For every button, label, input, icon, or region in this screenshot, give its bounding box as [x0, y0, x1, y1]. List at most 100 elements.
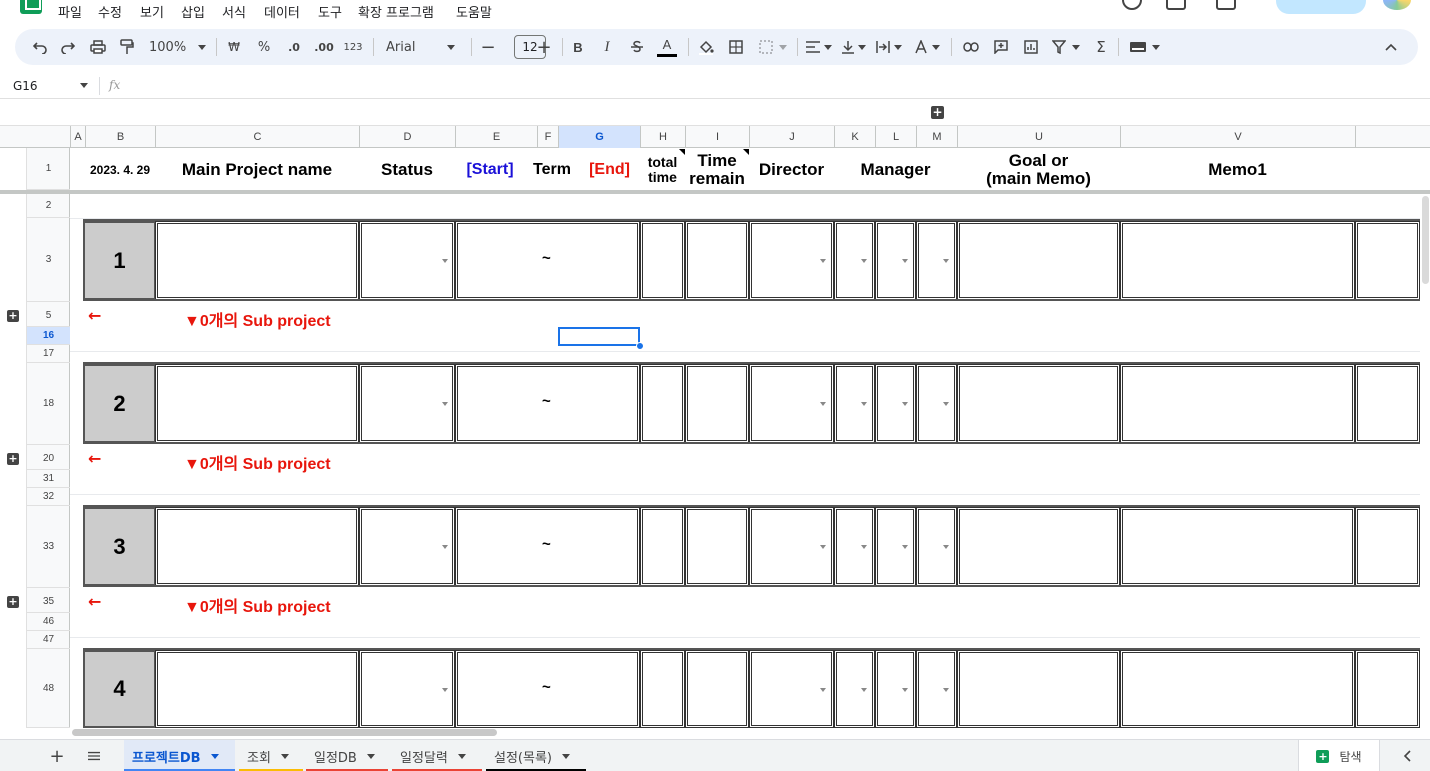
dropdown-arrow-icon[interactable] — [943, 545, 949, 549]
percent-format-button[interactable]: % — [254, 29, 274, 65]
col-header-h[interactable]: H — [640, 126, 685, 148]
fill-color-icon[interactable] — [695, 29, 717, 65]
status-cell[interactable] — [359, 650, 455, 728]
next-cell[interactable] — [1355, 650, 1420, 728]
dropdown-arrow-icon[interactable] — [861, 402, 867, 406]
insert-chart-icon[interactable] — [1019, 29, 1043, 65]
sub-project-label[interactable]: ▼0개의 Sub project — [184, 593, 331, 617]
menu-file[interactable]: 파일 — [58, 2, 82, 21]
goal-cell[interactable] — [957, 221, 1120, 300]
expand-group-icon[interactable]: + — [931, 106, 944, 119]
header-director[interactable]: Director — [749, 150, 834, 190]
header-date[interactable]: 2023. 4. 29 — [85, 150, 155, 190]
col-header-m[interactable]: M — [916, 126, 957, 148]
menu-edit[interactable]: 수정 — [98, 2, 122, 21]
collapse-toolbar-icon[interactable] — [1379, 29, 1403, 65]
memo-cell[interactable] — [1120, 507, 1355, 586]
expand-row-group-icon[interactable]: + — [7, 310, 19, 322]
filter-icon[interactable] — [1049, 29, 1083, 65]
undo-icon[interactable] — [29, 29, 51, 65]
dropdown-arrow-icon[interactable] — [902, 688, 908, 692]
header-status[interactable]: Status — [359, 150, 455, 190]
dropdown-arrow-icon[interactable] — [902, 545, 908, 549]
col-header-v[interactable]: V — [1120, 126, 1355, 148]
manager-cell[interactable] — [916, 364, 957, 443]
header-project-name[interactable]: Main Project name — [155, 150, 359, 190]
header-time-remain[interactable]: Time remain — [685, 150, 749, 190]
row-header[interactable]: 17 — [27, 345, 70, 363]
expand-row-group-icon[interactable]: + — [7, 596, 19, 608]
next-cell[interactable] — [1355, 221, 1420, 300]
manager-cell[interactable] — [875, 364, 916, 443]
col-header-e[interactable]: E — [455, 126, 537, 148]
row-header[interactable]: 20 — [27, 448, 70, 470]
manager-cell[interactable] — [834, 650, 875, 728]
dropdown-arrow-icon[interactable] — [943, 259, 949, 263]
total-time-cell[interactable] — [640, 364, 685, 443]
input-tools-icon[interactable] — [1125, 29, 1165, 65]
menu-help[interactable]: 도움말 — [456, 2, 492, 21]
paint-format-icon[interactable] — [116, 29, 138, 65]
chevron-down-icon[interactable] — [80, 83, 88, 88]
font-select[interactable]: Arial — [383, 29, 465, 65]
zoom-select[interactable]: 100% — [145, 29, 207, 65]
row-header[interactable]: 18 — [27, 363, 70, 445]
row-header[interactable]: 5 — [27, 305, 70, 327]
text-wrapping-icon[interactable] — [873, 29, 905, 65]
time-remain-cell[interactable] — [685, 221, 749, 300]
sub-project-label[interactable]: ▼0개의 Sub project — [184, 450, 331, 474]
col-header-k[interactable]: K — [834, 126, 875, 148]
col-header-j[interactable]: J — [749, 126, 834, 148]
all-sheets-icon[interactable] — [80, 740, 108, 771]
sheet-tab-schedule-db[interactable]: 일정DB — [306, 740, 388, 771]
header-manager[interactable]: Manager — [834, 150, 957, 190]
row-header[interactable]: 2 — [27, 194, 70, 218]
strikethrough-icon[interactable] — [627, 29, 647, 65]
next-cell[interactable] — [1355, 364, 1420, 443]
manager-cell[interactable] — [834, 507, 875, 586]
redo-icon[interactable] — [57, 29, 79, 65]
director-cell[interactable] — [749, 364, 834, 443]
col-header-c[interactable]: C — [155, 126, 359, 148]
increase-decimal-button[interactable]: .00 — [311, 29, 337, 65]
row-header[interactable]: 32 — [27, 488, 70, 506]
col-header-u[interactable]: U — [957, 126, 1120, 148]
sub-project-label[interactable]: ▼0개의 Sub project — [184, 307, 331, 331]
project-name-cell[interactable] — [155, 650, 359, 728]
selected-cell-g16[interactable] — [558, 327, 640, 346]
row-header[interactable]: 35 — [27, 591, 70, 613]
meet-icon[interactable] — [1216, 0, 1236, 10]
project-number-cell[interactable]: 4 — [83, 650, 156, 728]
fill-handle[interactable] — [636, 342, 644, 350]
dropdown-arrow-icon[interactable] — [902, 259, 908, 263]
col-header-l[interactable]: L — [875, 126, 916, 148]
currency-format-button[interactable]: ₩ — [224, 29, 244, 65]
vertical-scroll-thumb[interactable] — [1422, 196, 1429, 284]
col-header-i[interactable]: I — [685, 126, 749, 148]
collapse-arrow[interactable]: ← — [88, 449, 101, 468]
row-header[interactable]: 31 — [27, 470, 70, 488]
manager-cell[interactable] — [875, 507, 916, 586]
col-header-f[interactable]: F — [537, 126, 558, 148]
director-cell[interactable] — [749, 507, 834, 586]
sheets-logo-icon[interactable] — [20, 0, 42, 14]
project-name-cell[interactable] — [155, 507, 359, 586]
goal-cell[interactable] — [957, 650, 1120, 728]
name-box[interactable]: G16 — [13, 79, 38, 93]
menu-data[interactable]: 데이터 — [264, 2, 300, 21]
dropdown-arrow-icon[interactable] — [943, 688, 949, 692]
comment-icon[interactable] — [1166, 0, 1186, 10]
row-header[interactable]: 3 — [27, 218, 70, 302]
avatar[interactable] — [1383, 0, 1411, 10]
row-header-selected[interactable]: 16 — [27, 327, 70, 345]
menu-tools[interactable]: 도구 — [318, 2, 342, 21]
italic-button[interactable]: I — [598, 29, 616, 65]
header-start[interactable]: [Start] — [455, 150, 525, 190]
borders-icon[interactable] — [725, 29, 747, 65]
manager-cell[interactable] — [916, 650, 957, 728]
goal-cell[interactable] — [957, 364, 1120, 443]
col-header-a[interactable]: A — [70, 126, 85, 148]
total-time-cell[interactable] — [640, 650, 685, 728]
dropdown-arrow-icon[interactable] — [943, 402, 949, 406]
dropdown-arrow-icon[interactable] — [861, 545, 867, 549]
